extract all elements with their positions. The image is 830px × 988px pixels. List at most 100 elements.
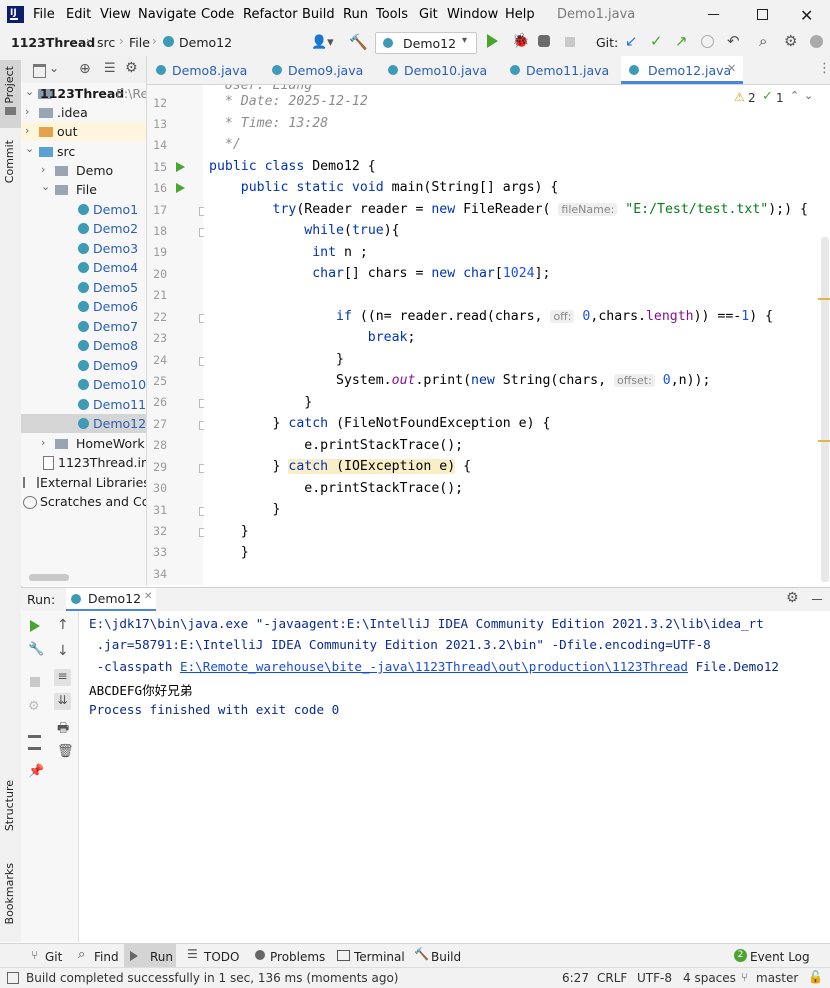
tool-find[interactable]: ⌕ Find (78, 944, 122, 968)
tree-item-demo10[interactable]: Demo10 (21, 375, 146, 394)
chevron-down-icon[interactable]: ⌄ (49, 61, 59, 75)
classpath-link[interactable]: E:\Remote_warehouse\bite_-java\1123Threa… (180, 659, 688, 674)
git-branch[interactable]: master (756, 971, 798, 985)
menu-window[interactable]: Window (447, 7, 498, 22)
tree-item-demo12[interactable]: Demo12 (21, 414, 146, 433)
trash-icon[interactable]: 🗑 (57, 744, 74, 759)
tree-item-demo2[interactable]: Demo2 (21, 219, 146, 238)
tool-terminal[interactable]: Terminal (336, 944, 405, 968)
tool-todo[interactable]: ☰ TODO (187, 944, 239, 968)
locate-icon[interactable]: ⊕ (79, 61, 91, 77)
tree-item-src[interactable]: ⌄ src (21, 142, 146, 161)
menu-code[interactable]: Code (201, 7, 234, 22)
warning-marker[interactable] (818, 440, 830, 442)
menu-file[interactable]: File (33, 7, 55, 22)
chevron-up-icon[interactable]: ⌃ (790, 89, 799, 102)
tree-item-scratches[interactable]: Scratches and Cons (21, 492, 146, 511)
close-tab-icon[interactable]: ✕ (144, 591, 152, 602)
structure-tool-tab[interactable]: Structure (0, 776, 21, 846)
tab-demo9[interactable]: Demo9.java (265, 56, 383, 84)
run-gutter-icon[interactable] (176, 162, 185, 172)
project-tool-tab[interactable]: Project (0, 60, 21, 128)
tree-item-demo9[interactable]: Demo9 (21, 356, 146, 375)
run-config-select[interactable]: Demo12 ▾ (375, 32, 477, 54)
menu-tools[interactable]: Tools (376, 7, 408, 22)
tree-item-demo[interactable]: › Demo (21, 161, 146, 180)
coverage-icon[interactable] (538, 35, 550, 47)
gear-icon[interactable]: ⚙ (784, 32, 797, 50)
rerun-icon[interactable] (30, 620, 40, 632)
breadcrumb-file[interactable]: File (129, 35, 150, 50)
tree-root[interactable]: ⌄ 1123Thread E:\Re (21, 84, 146, 103)
maximize-button[interactable] (757, 9, 768, 20)
tab-demo12[interactable]: Demo12.java ✕ (621, 56, 743, 84)
inspection-widget[interactable]: ⚠ 2 ✓ 1 ⌃ ⌄ (732, 89, 816, 107)
arrow-up-icon[interactable]: ↑ (57, 617, 69, 633)
run-gutter-icon[interactable] (176, 183, 185, 193)
stop-icon[interactable] (565, 37, 575, 47)
menu-refactor[interactable]: Refactor (243, 7, 298, 22)
menu-view[interactable]: View (100, 7, 131, 22)
arrow-down-icon[interactable]: ↓ (57, 643, 69, 659)
tree-item-idea[interactable]: › .idea (21, 103, 146, 122)
editor-error-stripe[interactable] (816, 85, 830, 585)
collapse-icon[interactable]: ☰ (104, 61, 116, 76)
tree-item-out[interactable]: › out (21, 122, 146, 141)
run-tab-demo12[interactable]: Demo12 ✕ (66, 588, 156, 612)
tree-item-homework[interactable]: › HomeWork (21, 434, 146, 453)
stop-icon[interactable] (30, 677, 40, 687)
breadcrumb-src[interactable]: src (97, 35, 115, 50)
soft-wrap-icon[interactable]: ≡ (54, 669, 71, 686)
gear-icon[interactable]: ⚙ (786, 590, 799, 606)
warning-marker[interactable] (818, 298, 830, 300)
tree-item-demo7[interactable]: Demo7 (21, 317, 146, 336)
horizontal-scrollbar[interactable] (29, 574, 69, 581)
status-frame-icon[interactable] (7, 972, 19, 984)
tool-run[interactable]: Run (124, 944, 176, 968)
code-editor[interactable]: * User: Liang * Date: 2025-12-12 * Time:… (204, 85, 816, 585)
vcs-user-icon[interactable]: 👤▾ (311, 35, 334, 50)
menu-build[interactable]: Build (302, 7, 335, 22)
more-options-icon[interactable]: ⋮ (818, 61, 830, 76)
menu-git[interactable]: Git (419, 7, 438, 22)
tree-item-file[interactable]: ⌄ File (21, 180, 146, 199)
layout-icon[interactable] (28, 735, 41, 750)
close-tab-icon[interactable]: ✕ (727, 62, 736, 75)
tab-demo11[interactable]: Demo11.java (507, 56, 621, 84)
tree-item-demo8[interactable]: Demo8 (21, 336, 146, 355)
tree-item-demo11[interactable]: Demo11 (21, 395, 146, 414)
history-icon[interactable] (701, 35, 714, 48)
breadcrumb-demo12[interactable]: Demo12 (179, 35, 232, 50)
indent-setting[interactable]: 4 spaces (683, 971, 736, 985)
git-commit-icon[interactable]: ✓ (650, 32, 663, 50)
panel-icon[interactable] (33, 64, 46, 78)
tab-demo10[interactable]: Demo10.java (383, 56, 507, 84)
gear-icon[interactable]: ⚙ (125, 60, 138, 76)
pin-icon[interactable]: 📌 (28, 764, 44, 779)
caret-position[interactable]: 6:27 (562, 971, 589, 985)
ide-logo-icon[interactable] (810, 35, 823, 48)
rollback-icon[interactable]: ↶ (727, 32, 740, 50)
git-update-icon[interactable]: ↙ (625, 32, 638, 50)
search-icon[interactable]: ⌕ (759, 32, 767, 50)
menu-edit[interactable]: Edit (66, 7, 91, 22)
tree-item-external-libraries[interactable]: External Libraries (21, 473, 146, 492)
scroll-to-end-icon[interactable]: ⇊ (54, 693, 71, 710)
scroll-thumb[interactable] (821, 237, 829, 582)
tree-item-demo1[interactable]: Demo1 (21, 200, 146, 219)
tree-item-demo4[interactable]: Demo4 (21, 258, 146, 277)
tree-item-demo5[interactable]: Demo5 (21, 278, 146, 297)
hide-panel-icon[interactable] (812, 599, 822, 600)
minimize-button[interactable] (708, 14, 719, 15)
chevron-down-icon[interactable]: ⌄ (804, 89, 813, 102)
line-separator[interactable]: CRLF (597, 971, 627, 985)
tree-item-iml[interactable]: 1123Thread.iml (21, 453, 146, 472)
commit-tool-tab[interactable]: Commit (0, 136, 21, 196)
close-window-button[interactable]: ✕ (800, 6, 813, 25)
print-icon[interactable]: 🖶 (57, 719, 69, 741)
tool-git[interactable]: ⑂ Git (28, 944, 68, 968)
menu-help[interactable]: Help (505, 7, 535, 22)
lock-icon[interactable]: 🔓 (808, 970, 823, 984)
git-push-icon[interactable]: ↗ (675, 32, 688, 50)
tool-build[interactable]: 🔨 Build (414, 944, 464, 968)
